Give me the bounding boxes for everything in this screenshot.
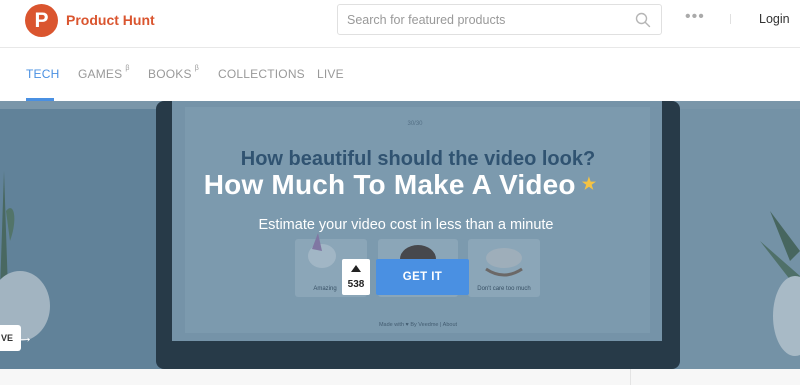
upvote-arrow-icon: [351, 265, 361, 272]
tab-label: BOOKS: [148, 67, 192, 81]
hero-title[interactable]: How Much To Make A Video ★: [0, 169, 800, 201]
tab-label: COLLECTIONS: [218, 67, 305, 81]
top-header: P Product Hunt ••• Login: [0, 0, 800, 48]
featured-hero[interactable]: 30/30 How beautiful should the video loo…: [0, 101, 800, 369]
vote-count: 538: [347, 279, 365, 290]
beta-marker: β: [194, 65, 199, 72]
get-it-button[interactable]: GET IT: [376, 259, 469, 295]
content-area-top: [0, 369, 800, 385]
login-link[interactable]: Login: [759, 12, 790, 26]
category-tabs: TECH GAMES β BOOKS β COLLECTIONS LIVE: [0, 48, 800, 101]
hero-overlay: [0, 101, 800, 369]
search-box[interactable]: [337, 4, 662, 35]
tab-games[interactable]: GAMES β: [78, 65, 130, 81]
tab-collections[interactable]: COLLECTIONS: [218, 67, 305, 81]
tab-label: LIVE: [317, 67, 344, 81]
tab-label: GAMES: [78, 67, 123, 81]
star-icon: ★: [581, 176, 597, 193]
tab-label: TECH: [26, 67, 60, 81]
tab-tech[interactable]: TECH: [26, 67, 59, 81]
hero-subtitle: Estimate your video cost in less than a …: [258, 217, 554, 233]
product-hunt-logo[interactable]: P: [25, 4, 58, 37]
hero-title-text: How Much To Make A Video: [203, 169, 576, 200]
search-input[interactable]: [347, 11, 627, 29]
header-divider: [730, 14, 731, 24]
brand-name[interactable]: Product Hunt: [66, 12, 155, 28]
tab-books[interactable]: BOOKS β: [148, 65, 199, 81]
upvote-button[interactable]: 538: [342, 259, 370, 295]
arrow-right-icon[interactable]: →: [18, 329, 33, 346]
search-icon[interactable]: [635, 12, 651, 28]
beta-marker: β: [125, 65, 130, 72]
sidebar-divider: [630, 369, 631, 385]
tab-live[interactable]: LIVE: [317, 67, 344, 81]
more-menu-icon[interactable]: •••: [685, 8, 705, 26]
